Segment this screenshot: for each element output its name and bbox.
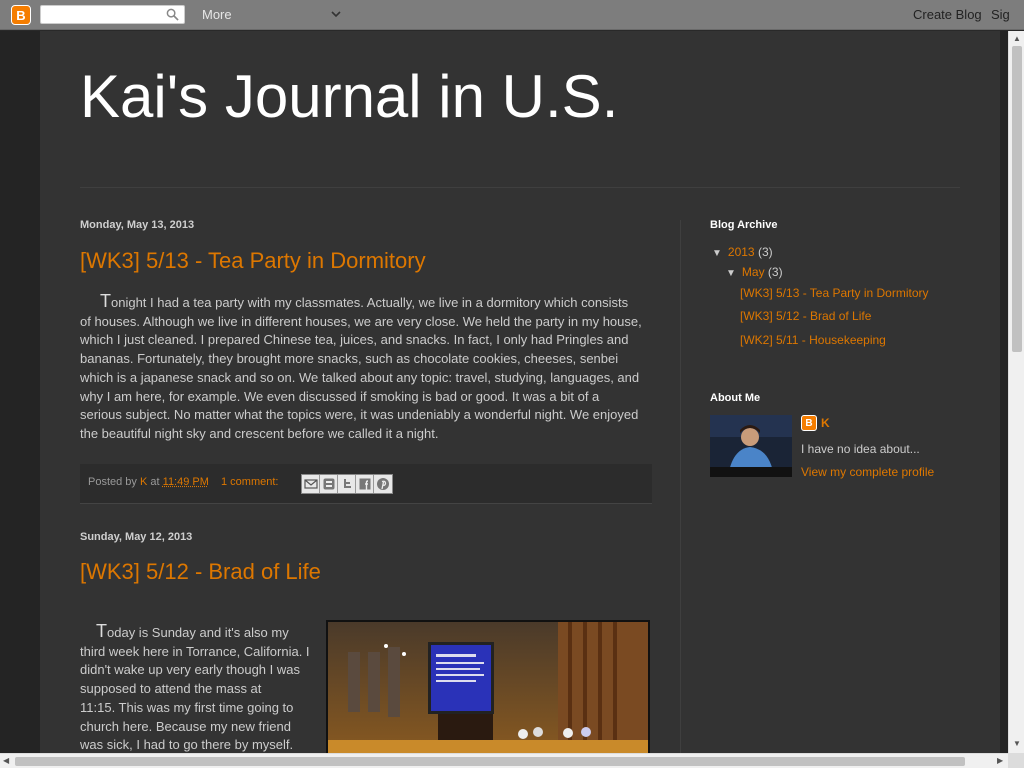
email-icon[interactable] bbox=[302, 475, 320, 493]
post-title[interactable]: [WK3] 5/12 - Brad of Life bbox=[80, 559, 321, 585]
post-line: 11:15. This was my first time going to bbox=[80, 699, 294, 715]
archive-month-count: (3) bbox=[767, 265, 783, 279]
post-line: Today is Sunday and it's also my bbox=[96, 621, 289, 641]
search-input[interactable] bbox=[40, 5, 185, 24]
view-profile-link[interactable]: View my complete profile bbox=[801, 465, 934, 479]
post-date: Monday, May 13, 2013 bbox=[80, 219, 195, 231]
post-line: supposed to attend the mass at bbox=[80, 681, 262, 697]
post-body: Tonight I had a tea party with my classm… bbox=[80, 292, 660, 444]
scroll-up-icon[interactable]: ▲ bbox=[1013, 34, 1021, 43]
blog-archive-heading: Blog Archive bbox=[710, 219, 778, 231]
post-line: the beautiful night sky and crescent bef… bbox=[80, 425, 439, 441]
outer-background-left bbox=[0, 31, 40, 768]
archive-month-row: ▼ May (3) bbox=[726, 265, 783, 279]
post-footer-byline: Posted by K at 11:49 PM bbox=[88, 476, 209, 488]
triangle-down-icon[interactable]: ▼ bbox=[712, 248, 722, 259]
post-body: Today is Sunday and it's also my third w… bbox=[80, 622, 320, 755]
drop-cap: T bbox=[96, 621, 107, 641]
header-divider bbox=[80, 187, 960, 188]
archive-post-link[interactable]: [WK3] 5/13 - Tea Party in Dormitory bbox=[740, 286, 929, 300]
outer-background-right bbox=[1000, 31, 1008, 768]
post-photo[interactable] bbox=[326, 620, 650, 760]
blogger-icon[interactable]: B bbox=[11, 5, 31, 25]
post-title[interactable]: [WK3] 5/13 - Tea Party in Dormitory bbox=[80, 248, 426, 274]
sidebar-divider bbox=[680, 220, 681, 760]
post-line: Tonight I had a tea party with my classm… bbox=[100, 291, 629, 311]
post-line: third week here in Torrance, California.… bbox=[80, 643, 310, 659]
profile-photo[interactable] bbox=[710, 415, 792, 477]
post-line: bananas. Fortunately, they brought more … bbox=[80, 351, 619, 367]
blogthis-icon[interactable] bbox=[320, 475, 338, 493]
horizontal-scroll-thumb[interactable] bbox=[15, 757, 965, 766]
sign-in-link[interactable]: Sig bbox=[991, 7, 1010, 22]
triangle-down-icon[interactable]: ▼ bbox=[726, 268, 736, 279]
archive-post-link[interactable]: [WK3] 5/12 - Brad of Life bbox=[740, 309, 871, 323]
post-line: serious subject. No matter what the topi… bbox=[80, 407, 639, 423]
church-photo-image bbox=[328, 622, 648, 758]
create-blog-link[interactable]: Create Blog bbox=[913, 7, 982, 22]
blogger-icon: B bbox=[801, 415, 817, 431]
twitter-icon[interactable] bbox=[338, 475, 356, 493]
more-menu-label[interactable]: More bbox=[202, 7, 232, 22]
drop-cap: T bbox=[100, 291, 111, 311]
post-line: of houses. Although we live in different… bbox=[80, 313, 642, 329]
post-line: why I am here, for example. We even disc… bbox=[80, 388, 600, 404]
blog-title[interactable]: Kai's Journal in U.S. bbox=[80, 62, 618, 131]
profile-description: I have no idea about... bbox=[801, 442, 920, 456]
archive-post-link[interactable]: [WK2] 5/11 - Housekeeping bbox=[740, 333, 886, 347]
profile-name-link[interactable]: K bbox=[821, 416, 830, 430]
post-line: which is a japanese snack and so on. We … bbox=[80, 369, 640, 385]
post-footer: Posted by K at 11:49 PM 1 comment: bbox=[80, 464, 652, 504]
facebook-icon[interactable] bbox=[356, 475, 374, 493]
scroll-down-icon[interactable]: ▼ bbox=[1013, 739, 1021, 748]
search-icon[interactable] bbox=[166, 8, 179, 21]
scroll-left-icon[interactable]: ◀ bbox=[3, 756, 9, 765]
vertical-scrollbar[interactable]: ▲ ▼ bbox=[1008, 31, 1024, 753]
horizontal-scrollbar[interactable]: ◀ ▶ bbox=[0, 753, 1008, 768]
scrollbar-corner bbox=[1008, 753, 1024, 768]
archive-year-link[interactable]: 2013 bbox=[728, 245, 755, 259]
archive-year-count: (3) bbox=[757, 245, 773, 259]
post-line: didn't wake up very early though I was bbox=[80, 662, 300, 678]
chevron-down-icon[interactable] bbox=[330, 8, 342, 20]
post-timestamp-link[interactable]: 11:49 PM bbox=[163, 476, 209, 488]
about-me-heading: About Me bbox=[710, 392, 761, 404]
vertical-scroll-thumb[interactable] bbox=[1012, 46, 1022, 352]
archive-month-link[interactable]: May bbox=[742, 265, 765, 279]
navbar: B More Create Blog Sig bbox=[0, 0, 1024, 30]
archive-year-row: ▼ 2013 (3) bbox=[712, 245, 773, 259]
pinterest-icon[interactable] bbox=[374, 475, 392, 493]
post-date: Sunday, May 12, 2013 bbox=[80, 531, 193, 543]
scroll-right-icon[interactable]: ▶ bbox=[997, 756, 1003, 765]
profile-photo-image bbox=[710, 415, 792, 477]
comments-link[interactable]: 1 comment: bbox=[221, 476, 278, 488]
post-line: which I just cleaned. I prepared Chinese… bbox=[80, 332, 629, 348]
author-link[interactable]: K bbox=[140, 476, 147, 488]
share-buttons bbox=[301, 474, 393, 494]
post-line: church here. Because my new friend bbox=[80, 718, 291, 734]
